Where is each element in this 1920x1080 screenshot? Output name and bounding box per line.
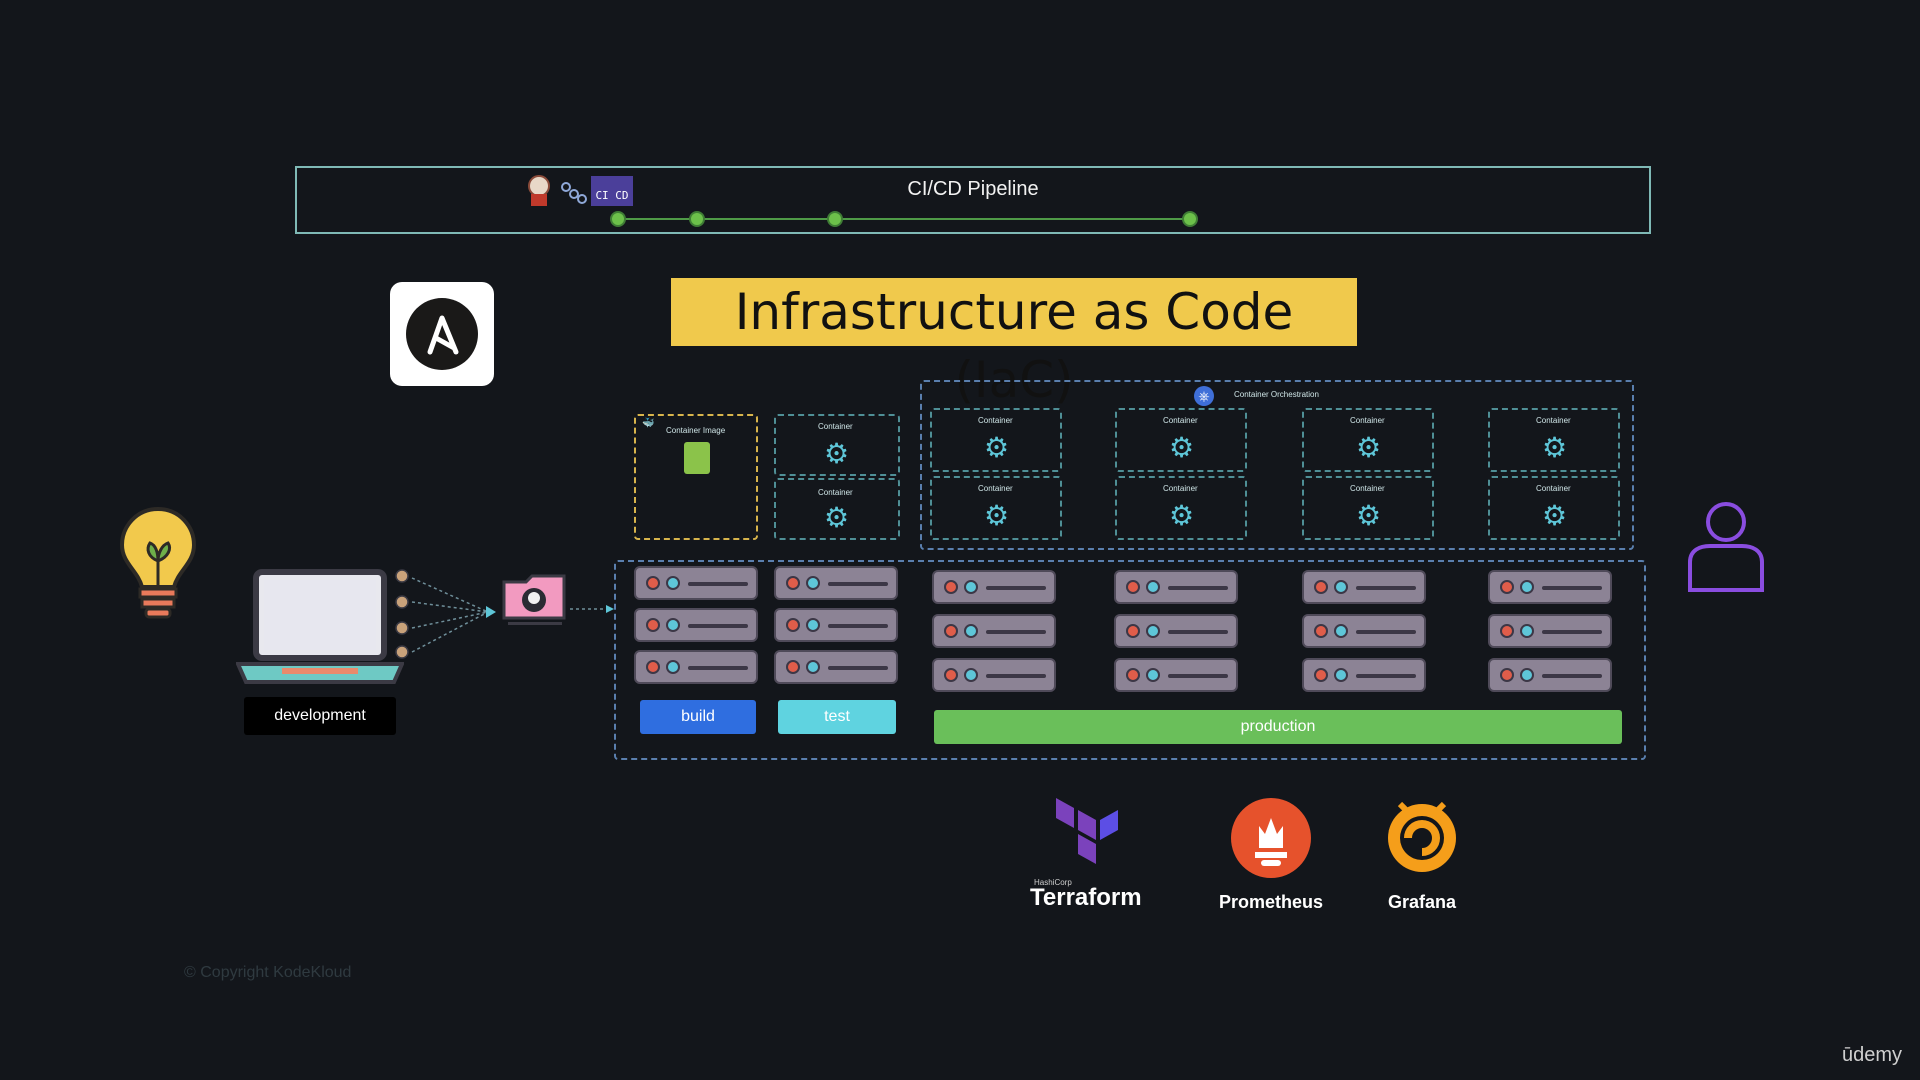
container-box: Container ⚙ [1115, 408, 1247, 472]
container-label: Container [1536, 484, 1571, 493]
server-icon [1488, 570, 1612, 604]
container-box: Container ⚙ [930, 476, 1062, 540]
container-label: Container [818, 422, 853, 431]
production-env-label: production [934, 710, 1622, 744]
ci-cd-badge-icon: CI CD [591, 176, 633, 206]
gear-icon: ⚙ [1356, 500, 1382, 531]
grafana-icon [1380, 794, 1464, 880]
ansible-logo [390, 282, 494, 386]
repo-to-environments-arrow [570, 600, 616, 613]
container-box: Container ⚙ [1488, 476, 1620, 540]
container-box: Container ⚙ [774, 478, 900, 540]
server-icon [1114, 614, 1238, 648]
terraform-label: Terraform [1030, 884, 1142, 911]
container-label: Container [1163, 484, 1198, 493]
container-label: Container [818, 488, 853, 497]
gear-icon: ⚙ [1169, 500, 1195, 531]
orchestration-label: Container Orchestration [1234, 390, 1319, 399]
ansible-icon [406, 298, 478, 370]
prometheus-label: Prometheus [1218, 892, 1324, 912]
gear-icon: ⚙ [1542, 500, 1568, 531]
gear-icon: ⚙ [1542, 432, 1568, 463]
container-box: Container ⚙ [1302, 408, 1434, 472]
ci-cd-pipeline-bar: CI/CD Pipeline CI CD [295, 166, 1651, 234]
container-box: Container ⚙ [774, 414, 900, 476]
end-user-icon [1686, 500, 1766, 596]
development-label: development [244, 697, 396, 735]
file-icon [684, 442, 710, 474]
gear-icon: ⚙ [824, 438, 850, 469]
pipeline-title: CI/CD Pipeline [907, 178, 1039, 200]
server-icon [1302, 614, 1426, 648]
docker-icon: 🐳 [642, 418, 655, 429]
jenkins-icon [525, 174, 553, 208]
pipeline-stage-dot [610, 211, 626, 227]
pipeline-stage-dot [827, 211, 843, 227]
grafana-label: Grafana [1387, 892, 1457, 912]
server-icon [774, 566, 898, 600]
gear-icon: ⚙ [824, 502, 850, 533]
container-label: Container [1163, 416, 1198, 425]
container-label: Container [978, 416, 1013, 425]
server-icon [774, 608, 898, 642]
pipeline-line [620, 218, 1190, 220]
laptop-icon [234, 568, 406, 686]
gear-icon: ⚙ [1169, 432, 1195, 463]
server-icon [1488, 658, 1612, 692]
iac-title-banner: Infrastructure as Code (IaC) [671, 278, 1357, 409]
container-box: Container ⚙ [930, 408, 1062, 472]
server-icon [634, 566, 758, 600]
container-box: Container ⚙ [1488, 408, 1620, 472]
server-icon [634, 650, 758, 684]
prometheus-icon [1229, 796, 1313, 880]
gear-icon: ⚙ [984, 500, 1010, 531]
server-icon [1488, 614, 1612, 648]
container-box: Container ⚙ [1302, 476, 1434, 540]
pipeline-stage-dot [1182, 211, 1198, 227]
server-icon [932, 658, 1056, 692]
container-box: Container ⚙ [1115, 476, 1247, 540]
container-label: Container [1350, 416, 1385, 425]
server-icon [1114, 570, 1238, 604]
gear-icon: ⚙ [1356, 432, 1382, 463]
container-label: Container [1350, 484, 1385, 493]
lightbulb-idea-icon [118, 505, 198, 625]
test-env-label: test [778, 700, 896, 734]
container-image-box: 🐳 Container Image [634, 414, 758, 540]
server-icon [774, 650, 898, 684]
server-icon [1302, 658, 1426, 692]
server-icon [634, 608, 758, 642]
terraform-icon [1054, 796, 1120, 866]
copyright-text: © Copyright KodeKloud [184, 964, 352, 981]
pipeline-stage-dot [689, 211, 705, 227]
build-env-label: build [640, 700, 756, 734]
container-label: Container [978, 484, 1013, 493]
server-icon [1114, 658, 1238, 692]
container-image-label: Container Image [666, 426, 726, 435]
kubernetes-icon: ⎈ [1194, 386, 1214, 406]
server-icon [1302, 570, 1426, 604]
developers-to-repo-arrows [392, 568, 502, 664]
github-repo-folder-icon [502, 572, 568, 628]
udemy-logo: ūdemy [1842, 1044, 1903, 1066]
gear-icon: ⚙ [984, 432, 1010, 463]
container-label: Container [1536, 416, 1571, 425]
server-icon [932, 570, 1056, 604]
git-branch-icon [561, 182, 587, 204]
server-icon [932, 614, 1056, 648]
